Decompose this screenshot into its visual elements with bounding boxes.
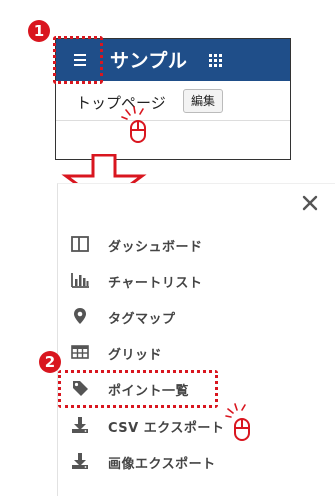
- menu-item-label: グリッド: [108, 348, 163, 363]
- step-1-badge: 1: [28, 20, 50, 42]
- menu-item-image-export[interactable]: 画像エクスポート: [70, 446, 270, 476]
- menu-item-label: ダッシュボード: [108, 240, 203, 255]
- download-icon: [72, 417, 88, 433]
- dashboard-icon: [71, 236, 89, 252]
- table-icon: [71, 345, 89, 359]
- menu-item-chart-list[interactable]: チャートリスト: [70, 265, 270, 295]
- mouse-click-icon: [225, 403, 250, 441]
- menu-item-label: チャートリスト: [108, 276, 203, 291]
- mouse-click-icon: [121, 106, 146, 143]
- map-marker-icon: [74, 308, 86, 324]
- breadcrumb-row: トップページ 編集: [56, 81, 290, 121]
- bar-chart-icon: [71, 273, 89, 288]
- download-icon: [72, 453, 88, 469]
- step-2-badge: 2: [39, 351, 61, 373]
- app-title: サンプル: [110, 50, 188, 72]
- menu-item-label: CSV エクスポート: [108, 421, 225, 436]
- apps-grid-icon[interactable]: [209, 54, 222, 67]
- menu-item-label: 画像エクスポート: [108, 457, 216, 472]
- menu-item-label: タグマップ: [108, 312, 176, 327]
- step-2-highlight: [58, 370, 218, 408]
- menu-item-dashboard[interactable]: ダッシュボード: [70, 229, 270, 259]
- close-icon[interactable]: [300, 193, 320, 213]
- menu-item-grid[interactable]: グリッド: [70, 337, 270, 367]
- step-1-highlight: [53, 36, 103, 84]
- edit-button[interactable]: 編集: [183, 89, 224, 113]
- menu-item-tag-map[interactable]: タグマップ: [70, 301, 270, 331]
